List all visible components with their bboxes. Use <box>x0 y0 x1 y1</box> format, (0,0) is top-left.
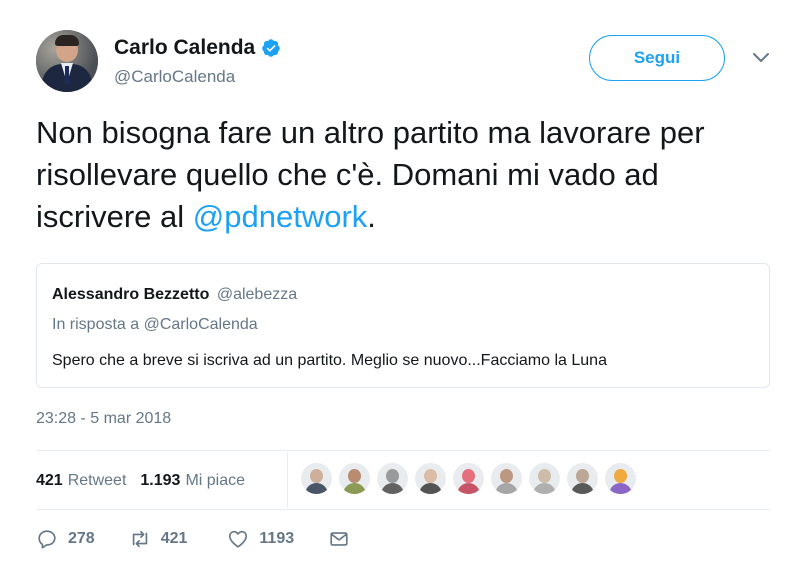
quoted-author-handle: @alebezza <box>216 286 298 303</box>
profile-avatar[interactable] <box>36 30 98 92</box>
reply-icon <box>38 530 56 549</box>
divider <box>36 450 770 451</box>
liker-avatar[interactable] <box>529 463 560 494</box>
author-name[interactable]: Carlo Calenda <box>114 36 255 60</box>
quoted-author: Alessandro Bezzetto @alebezza <box>52 286 297 304</box>
liker-avatar[interactable] <box>415 463 446 494</box>
name-row: Carlo Calenda <box>114 36 281 60</box>
divider <box>36 509 770 510</box>
retweet-icon <box>132 530 147 548</box>
liker-avatar[interactable] <box>301 463 332 494</box>
quoted-reply-context: In risposta a @CarloCalenda <box>52 316 258 333</box>
follow-button[interactable]: Segui <box>589 35 725 81</box>
reply-count: 278 <box>68 530 95 547</box>
liker-avatar[interactable] <box>605 463 636 494</box>
stats-separator <box>287 452 288 508</box>
liker-avatar[interactable] <box>339 463 370 494</box>
heart-icon <box>229 530 248 548</box>
retweet-action[interactable]: 421 <box>129 528 188 550</box>
quoted-tweet[interactable]: Alessandro Bezzetto @alebezza In rispost… <box>36 263 770 388</box>
retweet-stat-count[interactable]: 421 <box>36 472 63 490</box>
liker-avatar[interactable] <box>377 463 408 494</box>
liker-avatar[interactable] <box>491 463 522 494</box>
like-count: 1193 <box>259 530 295 547</box>
liker-avatar[interactable] <box>453 463 484 494</box>
chevron-down-icon[interactable] <box>752 50 770 64</box>
tweet-text-end: . <box>367 199 376 234</box>
quoted-author-name: Alessandro Bezzetto <box>52 286 210 303</box>
retweet-stat-label[interactable]: Retweet <box>68 472 127 490</box>
mention-link[interactable]: @pdnetwork <box>193 199 368 234</box>
author-handle[interactable]: @CarloCalenda <box>114 67 235 87</box>
retweet-count: 421 <box>160 530 188 547</box>
like-action[interactable]: 1193 <box>227 528 294 550</box>
liker-avatars <box>301 463 643 494</box>
tweet-header: Carlo Calenda @CarloCalenda Segui <box>36 30 776 100</box>
tweet-timestamp[interactable]: 23:28 - 5 mar 2018 <box>36 410 171 428</box>
like-stat-label[interactable]: Mi piace <box>185 472 245 490</box>
envelope-icon <box>330 532 348 546</box>
tweet-actions: 278 421 1193 <box>36 528 350 550</box>
message-action[interactable] <box>328 528 350 550</box>
reply-action[interactable]: 278 <box>36 528 95 550</box>
liker-avatar[interactable] <box>567 463 598 494</box>
like-stat-count[interactable]: 1.193 <box>140 472 180 490</box>
verified-badge-icon <box>262 39 280 57</box>
tweet-text: Non bisogna fare un altro partito ma lav… <box>36 112 776 238</box>
engagement-stats: 421 Retweet 1.193 Mi piace <box>36 466 245 496</box>
quoted-tweet-text: Spero che a breve si iscriva ad un parti… <box>52 352 607 369</box>
